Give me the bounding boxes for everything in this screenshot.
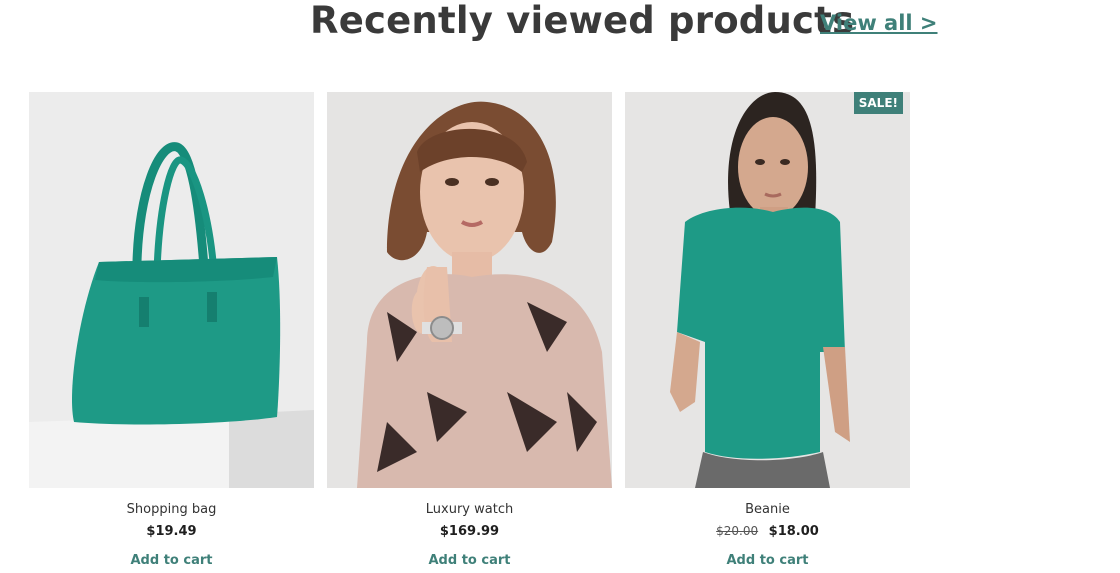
add-to-cart-button[interactable]: Add to cart bbox=[625, 553, 910, 568]
product-image-link[interactable] bbox=[327, 92, 612, 488]
sale-badge: SALE! bbox=[853, 92, 903, 114]
current-price: $169.99 bbox=[439, 524, 500, 539]
product-name[interactable]: Beanie bbox=[625, 502, 910, 517]
section-title: Recently viewed products bbox=[310, 0, 855, 42]
view-all-link[interactable]: View all > bbox=[820, 11, 938, 35]
product-image-link[interactable] bbox=[29, 92, 314, 488]
watch-model-image bbox=[327, 92, 612, 488]
product-card: Luxury watch $169.99 Add to cart bbox=[327, 92, 612, 568]
product-name[interactable]: Shopping bag bbox=[29, 502, 314, 517]
product-name[interactable]: Luxury watch bbox=[327, 502, 612, 517]
product-card: SALE! Beanie $20.00 $18.00 Add to cart bbox=[625, 92, 910, 568]
product-card: Shopping bag $19.49 Add to cart bbox=[29, 92, 314, 568]
product-price: $19.49 bbox=[29, 524, 314, 539]
add-to-cart-button[interactable]: Add to cart bbox=[29, 553, 314, 568]
current-price: $18.00 bbox=[768, 524, 819, 539]
current-price: $19.49 bbox=[146, 524, 197, 539]
product-price: $20.00 $18.00 bbox=[625, 524, 910, 539]
section-header: Recently viewed products View all > bbox=[0, 0, 1120, 60]
product-price: $169.99 bbox=[327, 524, 612, 539]
add-to-cart-button[interactable]: Add to cart bbox=[327, 553, 612, 568]
tshirt-model-image bbox=[625, 92, 910, 488]
bag-image bbox=[29, 92, 314, 488]
old-price: $20.00 bbox=[716, 524, 759, 538]
product-image-link[interactable]: SALE! bbox=[625, 92, 910, 488]
